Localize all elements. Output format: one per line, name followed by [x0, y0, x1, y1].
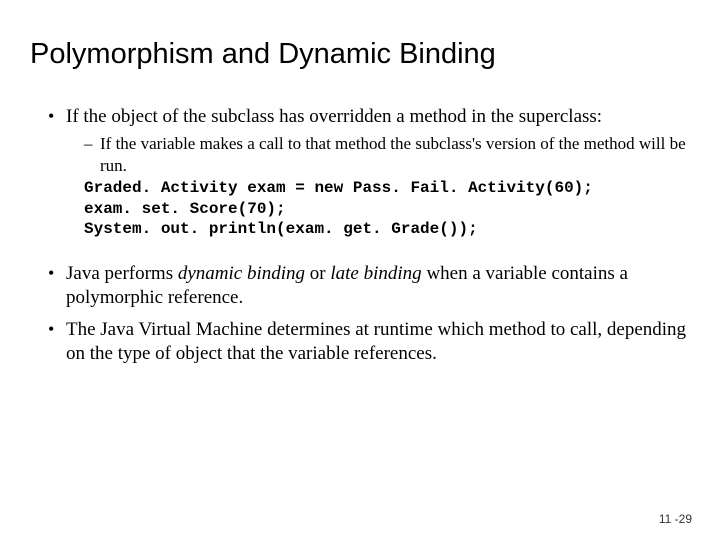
- bullet-item-1: If the object of the subclass has overri…: [48, 105, 690, 240]
- bullet-1-text: If the object of the subclass has overri…: [66, 106, 602, 127]
- bullet-item-3: The Java Virtual Machine determines at r…: [48, 318, 690, 367]
- bullet-item-2: Java performs dynamic binding or late bi…: [48, 262, 690, 311]
- slide-title: Polymorphism and Dynamic Binding: [30, 38, 690, 71]
- bullet-list-2: Java performs dynamic binding or late bi…: [30, 262, 690, 367]
- bullet-2-dyn: dynamic binding: [178, 263, 305, 284]
- sub-item-1: If the variable makes a call to that met…: [84, 133, 690, 176]
- sub-1-text: If the variable makes a call to that met…: [100, 134, 686, 174]
- code-block: Graded. Activity exam = new Pass. Fail. …: [84, 178, 690, 239]
- sub-list: If the variable makes a call to that met…: [66, 133, 690, 176]
- bullet-list: If the object of the subclass has overri…: [30, 105, 690, 240]
- bullet-2-or: or: [305, 263, 330, 284]
- bullet-3-text: The Java Virtual Machine determines at r…: [66, 319, 686, 364]
- page-number: 11 -29: [659, 512, 692, 526]
- bullet-2-pre: Java performs: [66, 263, 178, 284]
- bullet-2-late: late binding: [330, 263, 421, 284]
